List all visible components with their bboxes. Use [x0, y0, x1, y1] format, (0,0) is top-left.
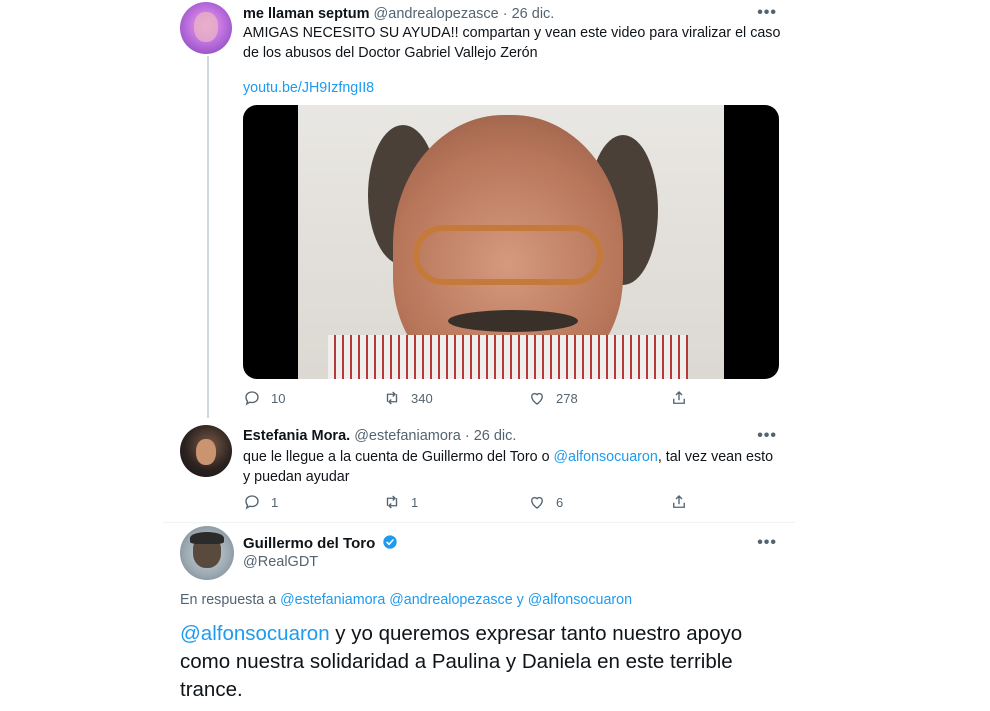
display-name[interactable]: me llaman septum [243, 6, 370, 22]
mention-link[interactable]: @alfonsocuaron [554, 449, 658, 465]
tweet-text: @alfonsocuaron y yo queremos expresar ta… [180, 620, 780, 704]
like-button[interactable]: 278 [528, 389, 578, 407]
heart-icon [531, 496, 543, 509]
tweet-link[interactable]: youtu.be/JH9IzfngII8 [243, 78, 783, 98]
retweet-count: 340 [411, 390, 433, 406]
display-name-text: Guillermo del Toro [243, 535, 376, 552]
tweet-text-part: que le llegue a la cuenta de Guillermo d… [243, 449, 554, 465]
divider [163, 522, 795, 523]
tweet-text: que le llegue a la cuenta de Guillermo d… [243, 447, 783, 487]
heart-icon [531, 392, 543, 405]
like-count: 278 [556, 390, 578, 406]
tweet-thread: me llaman septum @andrealopezasce · 26 d… [163, 0, 795, 711]
tweet-header: Estefania Mora. @estefaniamora · 26 dic. [243, 428, 516, 444]
reply-prefix: En respuesta a [180, 592, 281, 608]
tweet-actions: 1 1 6 [243, 493, 703, 513]
display-name[interactable]: Guillermo del Toro [243, 534, 398, 552]
video-thumbnail[interactable] [243, 105, 779, 379]
timestamp[interactable]: · 26 dic. [503, 6, 555, 22]
retweet-icon [386, 391, 398, 405]
share-icon [673, 495, 685, 508]
like-button[interactable]: 6 [528, 493, 563, 511]
share-icon [673, 391, 685, 404]
avatar[interactable] [180, 526, 234, 580]
verified-badge-icon [383, 535, 398, 549]
retweet-icon [386, 495, 398, 509]
reply-count: 10 [271, 390, 286, 406]
reply-count: 1 [271, 494, 279, 510]
retweet-button[interactable]: 340 [383, 389, 433, 407]
share-button[interactable] [670, 389, 688, 407]
reply-button[interactable]: 10 [243, 389, 285, 407]
more-options-icon[interactable]: ••• [757, 534, 777, 552]
retweet-count: 1 [411, 494, 419, 510]
username[interactable]: @andrealopezasce [374, 6, 499, 22]
username[interactable]: @estefaniamora [354, 428, 461, 444]
timestamp[interactable]: · 26 dic. [465, 428, 517, 444]
more-options-icon[interactable]: ••• [757, 427, 777, 445]
reply-icon [245, 391, 259, 406]
username[interactable]: @RealGDT [243, 554, 318, 570]
more-options-icon[interactable]: ••• [757, 4, 777, 22]
retweet-button[interactable]: 1 [383, 493, 418, 511]
thread-line [207, 56, 209, 418]
reply-context: En respuesta a @estefaniamora @andrealop… [180, 592, 632, 608]
tweet-text: AMIGAS NECESITO SU AYUDA!! compartan y v… [243, 25, 781, 61]
avatar[interactable] [180, 425, 232, 477]
avatar[interactable] [180, 2, 232, 54]
share-button[interactable] [670, 493, 688, 511]
mention-link[interactable]: @alfonsocuaron [180, 622, 330, 645]
display-name[interactable]: Estefania Mora. [243, 428, 350, 444]
reply-button[interactable]: 1 [243, 493, 278, 511]
like-count: 6 [556, 494, 564, 510]
reply-icon [245, 495, 259, 510]
reply-mentions[interactable]: @estefaniamora @andrealopezasce y @alfon… [280, 592, 632, 608]
tweet-header: me llaman septum @andrealopezasce · 26 d… [243, 6, 554, 22]
tweet-actions: 10 340 278 [243, 389, 703, 409]
